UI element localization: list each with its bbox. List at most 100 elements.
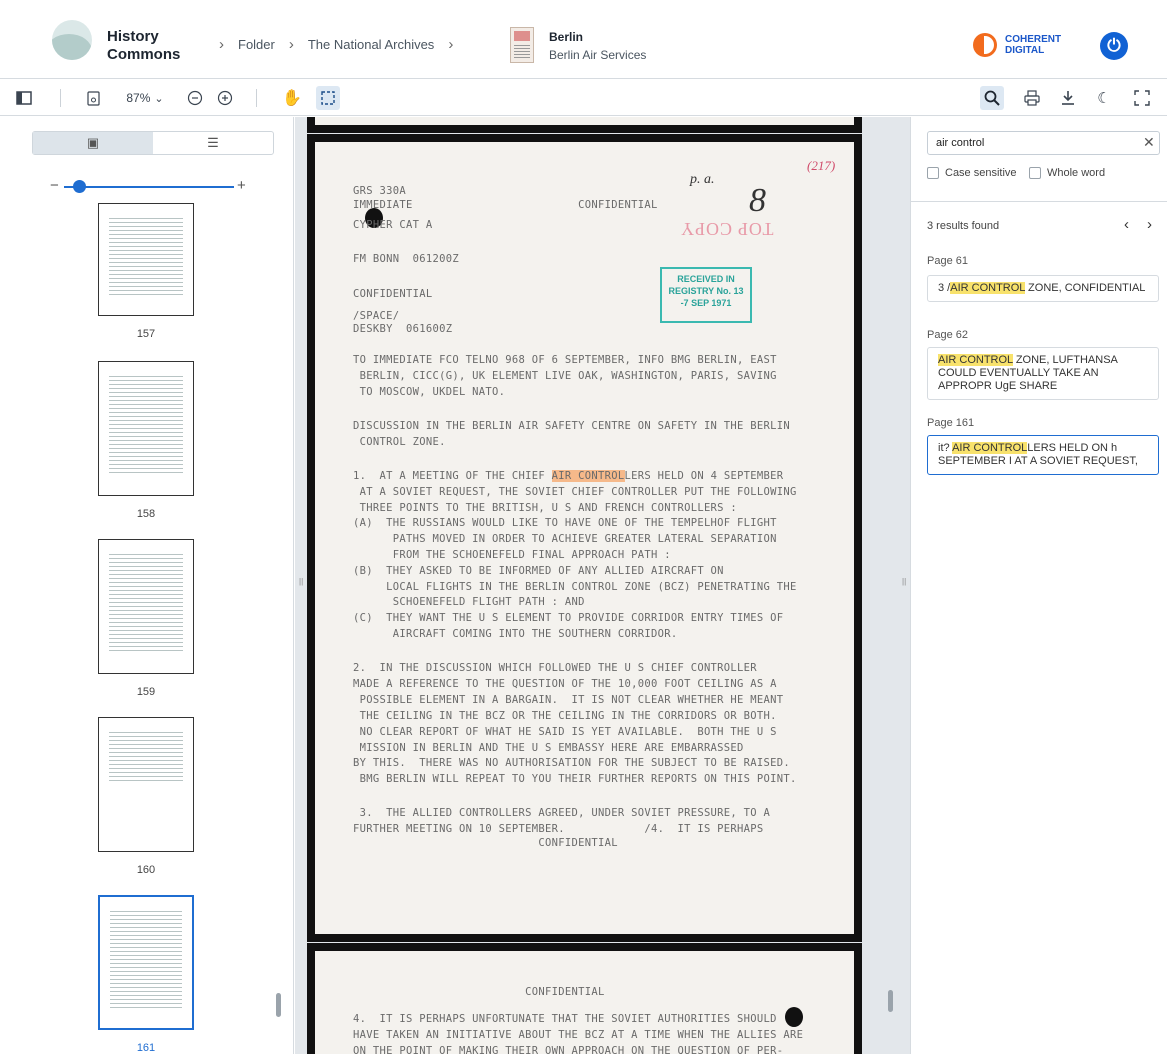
doc-line: FM BONN 061200Z bbox=[353, 253, 459, 265]
top-copy-stamp: TOP COPY bbox=[680, 219, 774, 239]
fullscreen-button[interactable] bbox=[1130, 86, 1154, 110]
page-view-button[interactable] bbox=[82, 86, 104, 110]
zoom-out-icon bbox=[187, 90, 203, 106]
doc-line: (A) THE RUSSIANS WOULD LIKE TO HAVE ONE … bbox=[353, 517, 777, 529]
doc-line: CONFIDENTIAL bbox=[353, 837, 618, 849]
search-result[interactable]: 3 /AIR CONTROL ZONE, CONFIDENTIAL bbox=[927, 275, 1159, 302]
previous-page bbox=[307, 117, 862, 133]
page-thumbnail-image bbox=[98, 717, 194, 852]
result-text: ZONE, CONFIDENTIAL bbox=[1025, 282, 1146, 294]
history-commons-logo-icon[interactable] bbox=[52, 20, 92, 60]
checkbox-box[interactable] bbox=[1029, 167, 1041, 179]
doc-line: ON THE POINT OF MAKING THEIR OWN APPROAC… bbox=[353, 1045, 784, 1054]
previous-page-paper bbox=[315, 117, 854, 125]
thumbnail-page-159[interactable]: 159 bbox=[98, 539, 194, 698]
viewer-scrollbar[interactable] bbox=[888, 990, 893, 1012]
doc-line: POSSIBLE ELEMENT IN A BARGAIN. IT IS NOT… bbox=[353, 694, 784, 706]
search-button[interactable] bbox=[980, 86, 1004, 110]
thumbnail-page-158[interactable]: 158 bbox=[98, 361, 194, 520]
results-count: 3 results found bbox=[927, 220, 1000, 232]
search-input[interactable] bbox=[927, 131, 1160, 155]
sidebar-scrollbar[interactable] bbox=[276, 993, 281, 1017]
pan-tool-button[interactable]: ✋ bbox=[280, 86, 304, 110]
outline-view-tab[interactable]: ☰ bbox=[153, 132, 273, 154]
resize-handle-icon[interactable]: || bbox=[299, 577, 303, 586]
download-button[interactable] bbox=[1056, 86, 1080, 110]
fullscreen-icon bbox=[1134, 90, 1150, 106]
page-scan: CONFIDENTIAL 4. IT IS PERHAPS UNFORTUNAT… bbox=[315, 951, 854, 1054]
dark-mode-button[interactable]: ☾ bbox=[1092, 86, 1116, 110]
result-text: 3 / bbox=[938, 282, 951, 294]
chevron-right-icon: › bbox=[288, 36, 294, 53]
doc-line: TO IMMEDIATE FCO TELNO 968 OF 6 SEPTEMBE… bbox=[353, 354, 777, 366]
logo-line-2: Commons bbox=[107, 46, 181, 63]
plus-icon[interactable]: + bbox=[237, 177, 246, 194]
doc-line: BY THIS. THERE WAS NO AUTHORISATION FOR … bbox=[353, 757, 791, 769]
download-icon bbox=[1062, 91, 1074, 105]
zoom-out-button[interactable] bbox=[184, 86, 206, 110]
resize-handle-icon[interactable]: || bbox=[902, 577, 906, 586]
thumbnail-sidebar: ▣ ☰ − + 157 158 159 160 161 bbox=[0, 117, 294, 1054]
doc-line: TO MOSCOW, UKDEL NATO. bbox=[353, 386, 506, 398]
case-sensitive-checkbox[interactable]: Case sensitive bbox=[927, 167, 1017, 179]
app-logo-text[interactable]: History Commons bbox=[107, 28, 180, 64]
list-icon: ☰ bbox=[207, 135, 219, 150]
zoom-select[interactable]: 87% ⌄ bbox=[118, 86, 172, 110]
thumbnail-view-tab[interactable]: ▣ bbox=[33, 132, 153, 154]
doc-line: PATHS MOVED IN ORDER TO ACHIEVE GREATER … bbox=[353, 533, 777, 545]
hand-icon: ✋ bbox=[282, 90, 302, 107]
document-title: Berlin bbox=[549, 30, 584, 44]
chevron-right-icon: › bbox=[448, 36, 454, 53]
print-button[interactable] bbox=[1020, 86, 1044, 110]
thumbnail-label: 160 bbox=[136, 864, 156, 876]
whole-word-checkbox[interactable]: Whole word bbox=[1029, 167, 1105, 179]
result-match: AIR CONTROL bbox=[950, 282, 1025, 294]
doc-line: 3. THE ALLIED CONTROLLERS AGREED, UNDER … bbox=[353, 807, 771, 819]
toggle-sidebar-button[interactable] bbox=[12, 86, 36, 110]
doc-line: FURTHER MEETING ON 10 SEPTEMBER. /4. IT … bbox=[353, 823, 764, 835]
breadcrumb-national-archives[interactable]: The National Archives bbox=[308, 37, 434, 52]
next-result-icon[interactable]: › bbox=[1147, 216, 1152, 233]
thumbnail-label: 158 bbox=[136, 508, 156, 520]
search-result[interactable]: AIR CONTROL ZONE, LUFTHANSA COULD EVENTU… bbox=[927, 347, 1159, 400]
doc-line: THE CEILING IN THE BCZ OR THE CEILING IN… bbox=[353, 710, 777, 722]
document-subtitle: Berlin Air Services bbox=[549, 48, 647, 62]
thumbnail-page-160[interactable]: 160 bbox=[98, 717, 194, 876]
thumbnail-page-157[interactable]: 157 bbox=[98, 203, 194, 340]
previous-result-icon[interactable]: ‹ bbox=[1124, 216, 1129, 233]
handwritten-number: 8 bbox=[749, 182, 766, 219]
logo-line-1: History bbox=[107, 28, 159, 45]
document-page-161: (217) p. a. 8 TOP COPY RECEIVED IN REGIS… bbox=[307, 134, 862, 942]
logout-button[interactable]: ⏻ bbox=[1100, 32, 1128, 60]
checkbox-box[interactable] bbox=[927, 167, 939, 179]
panel-divider bbox=[911, 201, 1167, 202]
zoom-in-button[interactable] bbox=[214, 86, 236, 110]
thumbnail-page-161[interactable]: 161 bbox=[98, 895, 194, 1054]
thumbnails-icon: ▣ bbox=[86, 135, 100, 150]
slider-handle[interactable] bbox=[73, 180, 86, 193]
viewer-toolbar: 87% ⌄ ✋ ☾ bbox=[0, 80, 1167, 116]
coherent-digital-logo[interactable]: COHERENT DIGITAL bbox=[973, 33, 1061, 57]
thumbnail-size-slider[interactable]: − + bbox=[50, 177, 250, 195]
search-hit-highlight: AIR CONTROL bbox=[551, 470, 625, 482]
handwritten-note: p. a. bbox=[690, 172, 715, 187]
brand-text: COHERENT DIGITAL bbox=[1005, 34, 1061, 56]
page-mark: (217) bbox=[807, 158, 836, 173]
page-thumbnail-image bbox=[98, 895, 194, 1030]
search-result-active[interactable]: it? AIR CONTROLLERS HELD ON h SEPTEMBER … bbox=[927, 435, 1159, 475]
zoom-in-icon bbox=[217, 90, 233, 106]
power-icon: ⏻ bbox=[1107, 36, 1121, 55]
breadcrumb-folder[interactable]: Folder bbox=[238, 37, 275, 52]
select-tool-button[interactable] bbox=[316, 86, 340, 110]
search-panel: ✕ Case sensitive Whole word 3 results fo… bbox=[910, 117, 1167, 1054]
result-match: AIR CONTROL bbox=[938, 354, 1013, 366]
minus-icon[interactable]: − bbox=[50, 177, 59, 194]
sidebar-icon bbox=[16, 91, 32, 105]
doc-line: CONFIDENTIAL bbox=[353, 986, 605, 998]
doc-line: CYPHER CAT A bbox=[353, 219, 433, 231]
search-icon bbox=[984, 90, 1000, 106]
close-icon[interactable]: ✕ bbox=[1143, 134, 1155, 151]
page-thumbnail-image bbox=[98, 539, 194, 674]
doc-line: HAVE TAKEN AN INITIATIVE ABOUT THE BCZ A… bbox=[353, 1029, 804, 1041]
thumbnail-label: 157 bbox=[136, 328, 156, 340]
